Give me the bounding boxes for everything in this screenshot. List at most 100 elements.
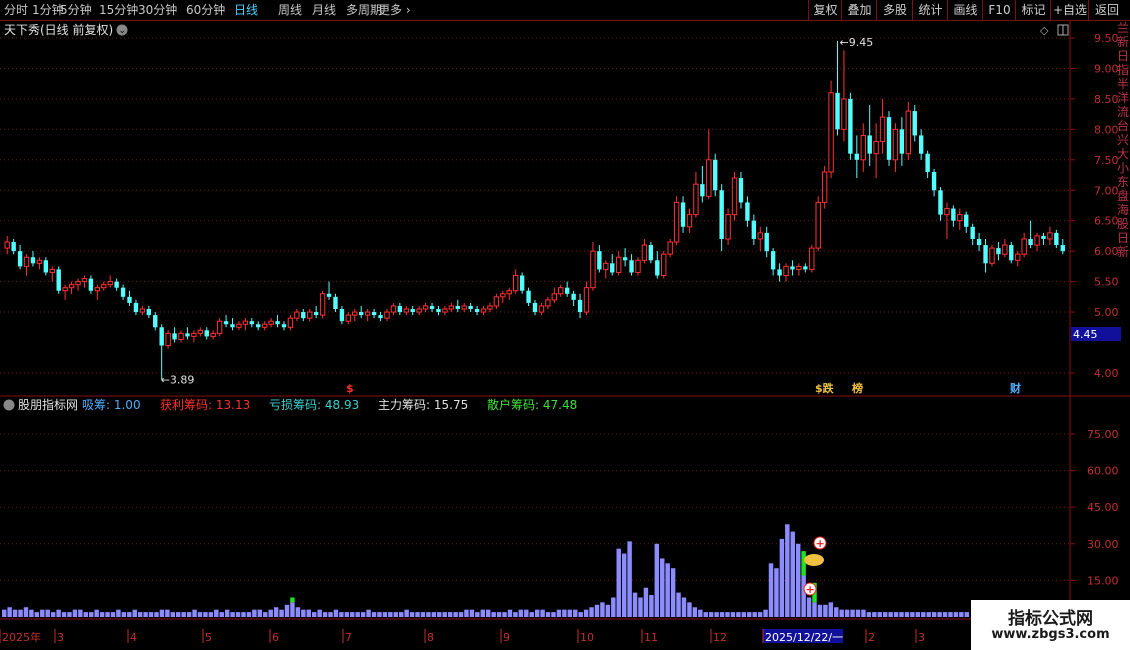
indicator-bar [311, 612, 317, 617]
indicator-bar [812, 602, 817, 617]
indicator-bar [12, 609, 18, 617]
candle-body [185, 333, 190, 337]
toolbar-button-5[interactable]: F10 [982, 0, 1016, 20]
candle-body [275, 321, 280, 325]
event-marker-2: 榜 [852, 381, 863, 395]
candle-body [345, 314, 352, 322]
indicator-bar [382, 612, 388, 617]
price-axis-label: 5.50 [1094, 276, 1119, 289]
candle-body [983, 245, 988, 264]
toolbar-button-6[interactable]: 标记 [1015, 0, 1051, 20]
period-tab-7[interactable]: 周线 [278, 2, 302, 18]
indicator-bar [828, 602, 834, 617]
candle-body [854, 153, 860, 160]
candle-body [153, 315, 158, 328]
indicator-bar [203, 612, 208, 617]
indicator-bar [415, 612, 420, 617]
candle-body [159, 327, 164, 346]
indicator-bar [246, 612, 252, 617]
candle-body [49, 268, 55, 273]
indicator-bar [78, 609, 83, 617]
candle-body [75, 281, 81, 286]
indicator-bar [752, 612, 757, 617]
candle-body [364, 311, 371, 316]
period-tab-2[interactable]: 5分钟 [60, 2, 92, 18]
candle-body [713, 159, 718, 191]
time-axis-label: 4 [130, 631, 137, 644]
candle-body [951, 208, 956, 221]
indicator-bar [420, 612, 426, 617]
candle-body [397, 305, 403, 313]
candle-body [641, 244, 648, 261]
candle-body [307, 311, 313, 319]
indicator-bar [290, 602, 295, 617]
toolbar-button-7[interactable]: +自选 [1050, 0, 1089, 20]
candle-body [256, 324, 261, 328]
period-tab-9[interactable]: 多周期 [346, 2, 382, 18]
indicator-bar [339, 612, 344, 617]
period-tab-6[interactable]: 日线 [234, 2, 258, 18]
candle-body [655, 260, 660, 276]
candle-body [313, 312, 319, 316]
indicator-bar [18, 609, 23, 617]
period-tab-10[interactable]: 更多 › [378, 2, 411, 18]
toolbar-button-1[interactable]: 叠加 [841, 0, 877, 20]
candle-body [216, 320, 223, 334]
toolbar-button-8[interactable]: 返回 [1088, 0, 1125, 20]
candle-body [558, 287, 564, 295]
watermark-url: www.zbgs3.com [991, 627, 1110, 642]
indicator-axis-label: 15.00 [1087, 574, 1119, 587]
indicator-bar [785, 524, 790, 617]
candle-body [551, 293, 558, 301]
toolbar-button-2[interactable]: 多股 [876, 0, 913, 20]
indicator-bar [137, 612, 143, 617]
indicator-bar [964, 612, 969, 617]
indicator-bar [40, 609, 45, 617]
candle-body [583, 287, 590, 313]
side-strip-char: 流 [1117, 105, 1130, 119]
price-axis-label: 8.50 [1094, 93, 1119, 106]
indicator-bar [583, 609, 589, 617]
candle-body [461, 305, 467, 310]
indicator-bar [817, 604, 823, 617]
side-strip-char: 洋 [1117, 91, 1130, 105]
side-strip-char: 新 [1117, 245, 1130, 259]
period-tab-3[interactable]: 15分钟 [99, 2, 138, 18]
indicator-bar [197, 612, 203, 617]
side-strip-char: 新 [1117, 35, 1130, 49]
candle-body [629, 260, 634, 273]
candle-body [62, 287, 68, 292]
candle-body [931, 171, 937, 191]
candle-body [731, 177, 738, 216]
toolbar-button-0[interactable]: 复权 [808, 0, 842, 20]
period-tab-4[interactable]: 30分钟 [138, 2, 177, 18]
candle-body [448, 305, 455, 310]
indicator-bar [61, 612, 67, 617]
period-tab-5[interactable]: 60分钟 [186, 2, 225, 18]
period-tab-1[interactable]: 1分钟 [32, 2, 64, 18]
candle-body [352, 311, 358, 316]
indicator-bar [263, 612, 268, 617]
chip-indicator-chart: 75.00 60.00 45.00 30.00 15.00 股朋指标网 吸筹: 1.00 获利… [0, 397, 1130, 650]
period-tab-0[interactable]: 分时 [4, 2, 28, 18]
indicator-bar [235, 612, 241, 617]
indicator-bar [121, 612, 127, 617]
candle-body [860, 134, 866, 161]
period-tab-8[interactable]: 月线 [312, 2, 336, 18]
indicator-bar [56, 609, 61, 617]
toolbar-button-3[interactable]: 统计 [912, 0, 948, 20]
indicator-legend-1: 获利筹码: 13.13 [160, 398, 250, 412]
candle-body [803, 266, 808, 270]
candle-body [120, 287, 126, 297]
candle-body [506, 290, 512, 295]
candle-body [925, 153, 930, 172]
indicator-bar [692, 607, 698, 617]
toolbar-button-4[interactable]: 画线 [947, 0, 983, 20]
candle-body [1002, 244, 1008, 255]
time-axis-label: 7 [345, 631, 352, 644]
time-axis-label: 8 [427, 631, 434, 644]
indicator-bar [551, 612, 556, 617]
candle-body [333, 296, 338, 310]
indicator-bar [741, 612, 747, 617]
candle-body [686, 214, 693, 228]
